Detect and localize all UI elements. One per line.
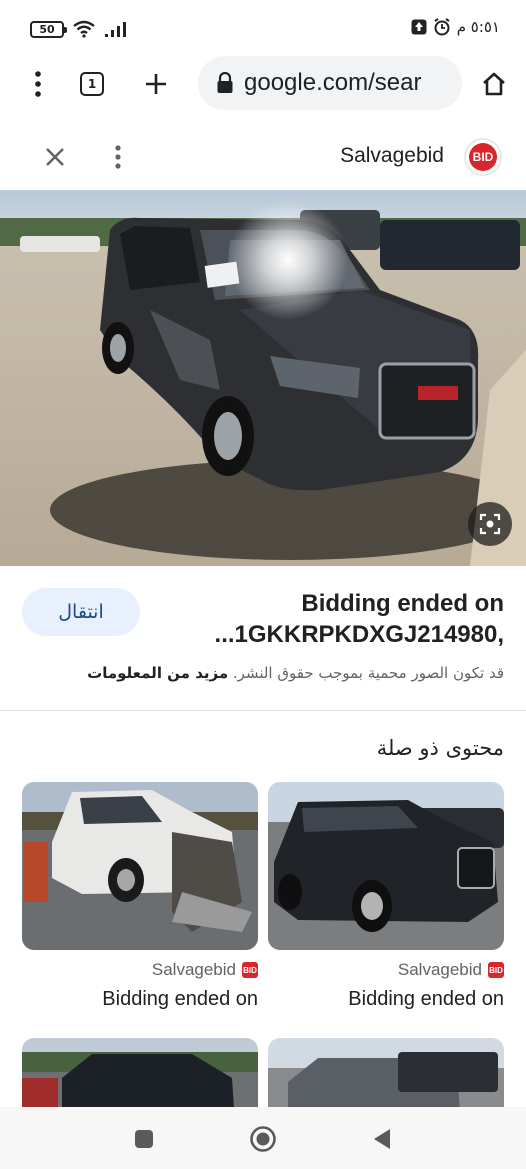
copyright-notice: قد تكون الصور محمية بموجب حقوق النشر. مز… (87, 664, 504, 682)
lens-search-icon[interactable] (468, 502, 512, 546)
related-title: Bidding ended on (348, 988, 504, 1010)
related-image (22, 782, 258, 950)
status-bar: 50 ٥:٥١ م (0, 0, 526, 58)
upload-icon (411, 19, 427, 35)
close-icon[interactable] (40, 142, 70, 172)
home-nav-icon[interactable] (245, 1121, 281, 1157)
tabs-button[interactable]: 1 (76, 66, 108, 102)
wifi-icon (73, 20, 95, 38)
battery-icon: 50 (30, 20, 67, 38)
visit-button[interactable]: انتقال (22, 588, 140, 636)
related-image[interactable] (268, 1038, 504, 1107)
related-image[interactable] (22, 1038, 258, 1107)
system-nav-bar (0, 1107, 526, 1169)
back-icon[interactable] (364, 1121, 400, 1157)
related-image (268, 782, 504, 950)
site-logo: BID (488, 962, 504, 978)
related-content-heading: محتوى ذو صلة (376, 736, 504, 760)
clock: ٥:٥١ م (456, 18, 500, 36)
divider (0, 710, 526, 711)
alarm-icon (434, 18, 450, 36)
related-card[interactable]: Salvagebid BID Bidding ended on (22, 782, 258, 1010)
new-tab-icon[interactable] (140, 66, 172, 102)
more-info-link[interactable]: مزيد من المعلومات (87, 664, 228, 682)
lock-icon (217, 72, 233, 93)
address-bar[interactable]: google.com/sear (198, 56, 462, 110)
tabs-icon: 1 (80, 72, 104, 96)
related-source: Salvagebid (151, 960, 236, 979)
result-title[interactable]: Bidding ended on ...1GKKRPKDXGJ214980, (174, 588, 504, 650)
recents-icon[interactable] (126, 1121, 162, 1157)
menu-icon[interactable] (24, 66, 52, 102)
site-name[interactable]: Salvagebid (340, 144, 444, 168)
image-preview-panel: Salvagebid BID انتقال Bidding ended on .… (0, 122, 526, 1107)
panel-header: Salvagebid BID (0, 122, 526, 190)
preview-image[interactable] (0, 190, 526, 566)
site-logo: BID (242, 962, 258, 978)
home-icon[interactable] (478, 66, 510, 102)
url-text: google.com/sear (244, 69, 422, 96)
site-logo: BID (464, 138, 502, 176)
related-source: Salvagebid (397, 960, 482, 979)
related-title: Bidding ended on (102, 988, 258, 1010)
related-card[interactable]: Salvagebid BID Bidding ended on (268, 782, 504, 1010)
signal-icon (105, 22, 126, 37)
more-options-icon[interactable] (108, 142, 128, 172)
